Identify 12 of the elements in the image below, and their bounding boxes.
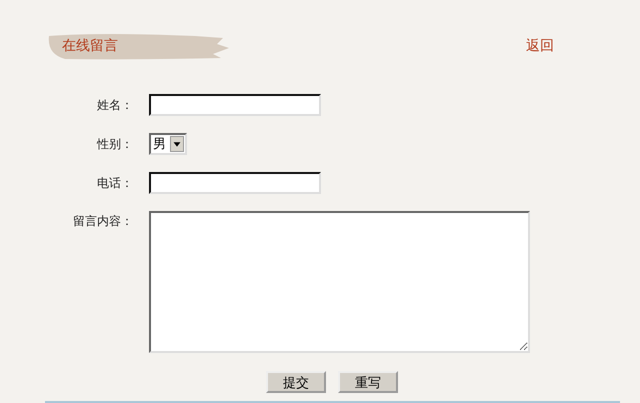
page-title: 在线留言 — [62, 37, 118, 55]
text-field[interactable] — [149, 94, 321, 116]
field-label: 留言内容： — [73, 213, 133, 230]
field-label: 姓名： — [97, 96, 133, 114]
text-field[interactable] — [149, 172, 321, 194]
field-label: 性别： — [97, 136, 133, 152]
back-link[interactable]: 返回 — [526, 37, 554, 55]
submit-button[interactable]: 提交 — [266, 371, 326, 393]
message-field[interactable] — [149, 211, 530, 353]
reset-button[interactable]: 重写 — [338, 371, 398, 393]
field-label: 电话： — [97, 174, 133, 192]
gender-select[interactable]: 男 — [149, 133, 187, 155]
